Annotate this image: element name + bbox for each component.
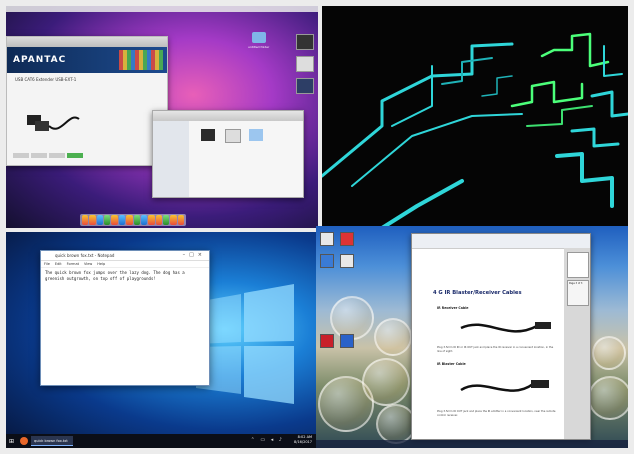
pdf-page: 4 G IR Blaster/Receiver Cables IR Receiv… — [417, 250, 561, 436]
notepad-titlebar[interactable]: quick brown fox.txt - Notepad –□× — [41, 251, 209, 261]
app-icon[interactable] — [320, 254, 334, 268]
dock-app-icon[interactable] — [96, 215, 104, 225]
pipes-graphic — [322, 32, 628, 228]
dock-app-icon[interactable] — [155, 215, 162, 225]
tab-button[interactable] — [13, 153, 29, 158]
ir-blaster-cable-image — [460, 380, 549, 392]
section-receiver-title: IR Receiver Cable — [437, 306, 469, 310]
ir-receiver-cable-image — [460, 322, 551, 333]
start-button[interactable]: ⊞ — [9, 436, 14, 446]
notepad-text-area[interactable]: The quick brown fox jumps over the lazy … — [41, 268, 209, 284]
bubble-decoration — [376, 404, 416, 444]
banner-pixel-art — [119, 50, 163, 70]
dock-app-icon[interactable] — [82, 215, 89, 225]
taskbar-app-label: quick brown fox.txt — [34, 438, 68, 443]
win8-taskbar — [316, 440, 628, 448]
drive-icon[interactable] — [296, 34, 314, 50]
page-thumbnail[interactable] — [567, 252, 589, 278]
buy-button[interactable] — [67, 153, 83, 158]
finder-toolbar[interactable] — [153, 111, 303, 121]
pdf-toolbar[interactable] — [412, 234, 590, 249]
pdf-icon[interactable] — [320, 334, 334, 348]
dock-app-icon[interactable] — [140, 215, 148, 225]
clock[interactable]: 8:02 AM 8/16/2017 — [294, 435, 312, 445]
bubble-decoration — [362, 358, 410, 406]
tab-button[interactable] — [49, 153, 65, 158]
app-icon[interactable] — [340, 232, 354, 246]
recycle-bin-icon[interactable] — [320, 232, 334, 246]
win8-desktop-screen: 4 G IR Blaster/Receiver Cables IR Receiv… — [316, 226, 628, 448]
site-banner: APANTAC — [7, 47, 167, 73]
product-button-row — [13, 153, 83, 158]
system-tray-icons[interactable]: ⌃ ▭ ◂ ♪ — [251, 437, 284, 443]
mac-desktop-screen: untitled folder APANTAC USB CAT6 Extende… — [6, 6, 318, 228]
pdf-heading: 4 G IR Blaster/Receiver Cables — [433, 290, 522, 296]
dock-app-icon[interactable] — [104, 215, 111, 225]
window-controls[interactable]: –□× — [183, 251, 206, 260]
menu-file[interactable]: File — [44, 262, 50, 266]
dock-app-icon[interactable] — [170, 215, 177, 225]
dock-app-icon[interactable] — [118, 215, 126, 225]
pdf-viewer-window[interactable]: 4 G IR Blaster/Receiver Cables IR Receiv… — [411, 233, 591, 440]
receiver-paragraph: Plug 3.5mm IR IN or IR OUT jack and plac… — [437, 346, 554, 353]
document-icon[interactable] — [296, 56, 314, 72]
tab-button[interactable] — [31, 153, 47, 158]
product-title: USB CAT6 Extender USB-EXT-1 — [15, 77, 77, 82]
pipes-screensaver-screen — [322, 6, 628, 228]
desktop-folder-label: untitled folder — [248, 45, 270, 49]
app-icon[interactable] — [340, 254, 354, 268]
bubble-decoration — [374, 318, 412, 356]
notepad-window[interactable]: quick brown fox.txt - Notepad –□× File E… — [40, 250, 210, 386]
folder-icon[interactable] — [249, 129, 263, 141]
dock-app-icon[interactable] — [148, 215, 155, 225]
bubble-decoration — [588, 376, 628, 420]
section-blaster-title: IR Blaster Cable — [437, 362, 466, 366]
dock-app-icon[interactable] — [126, 215, 133, 225]
browser-toolbar[interactable] — [7, 37, 167, 47]
notepad-menu-bar: File Edit Format View Help — [41, 261, 209, 268]
finder-sidebar[interactable] — [153, 121, 189, 197]
document-icon[interactable] — [296, 78, 314, 94]
thumb-label: Page 3 of 3 — [569, 282, 583, 285]
menu-help[interactable]: Help — [97, 262, 105, 266]
dock-app-icon[interactable] — [177, 215, 185, 225]
folder-icon[interactable] — [252, 32, 266, 43]
firefox-icon[interactable] — [20, 437, 29, 445]
bubble-decoration — [592, 336, 626, 370]
win10-desktop-screen: quick brown fox.txt - Notepad –□× File E… — [6, 232, 318, 448]
win10-taskbar: ⊞ quick brown fox.txt ⌃ ▭ ◂ ♪ 8:02 AM 8/… — [6, 434, 318, 448]
usb-cable-image — [27, 115, 80, 131]
file-icon[interactable] — [201, 129, 215, 141]
dock-app-icon[interactable] — [133, 215, 140, 225]
page-thumbnail[interactable]: Page 3 of 3 — [567, 280, 589, 306]
dock-app-icon[interactable] — [111, 215, 118, 225]
finder-window[interactable] — [152, 110, 304, 198]
app-icon[interactable] — [340, 334, 354, 348]
menu-view[interactable]: View — [84, 262, 92, 266]
mac-menu-bar[interactable] — [6, 6, 318, 12]
browser-window[interactable]: APANTAC USB CAT6 Extender USB-EXT-1 — [6, 36, 168, 166]
dock-app-icon[interactable] — [89, 215, 96, 225]
dock-app-icon[interactable] — [162, 215, 170, 225]
pdf-thumbnail-pane[interactable]: Page 3 of 3 — [564, 248, 590, 439]
mac-dock[interactable] — [80, 214, 186, 226]
brand-logo: APANTAC — [13, 55, 67, 65]
notepad-title: quick brown fox.txt - Notepad — [55, 253, 115, 258]
menu-edit[interactable]: Edit — [55, 262, 62, 266]
file-icon[interactable] — [225, 129, 241, 143]
menu-format[interactable]: Format — [67, 262, 79, 266]
taskbar-app-notepad[interactable]: quick brown fox.txt — [31, 436, 74, 446]
blaster-paragraph: Plug 3.5mm IR OUT jack and place the IR … — [437, 410, 556, 417]
clock-date: 8/16/2017 — [294, 440, 312, 444]
